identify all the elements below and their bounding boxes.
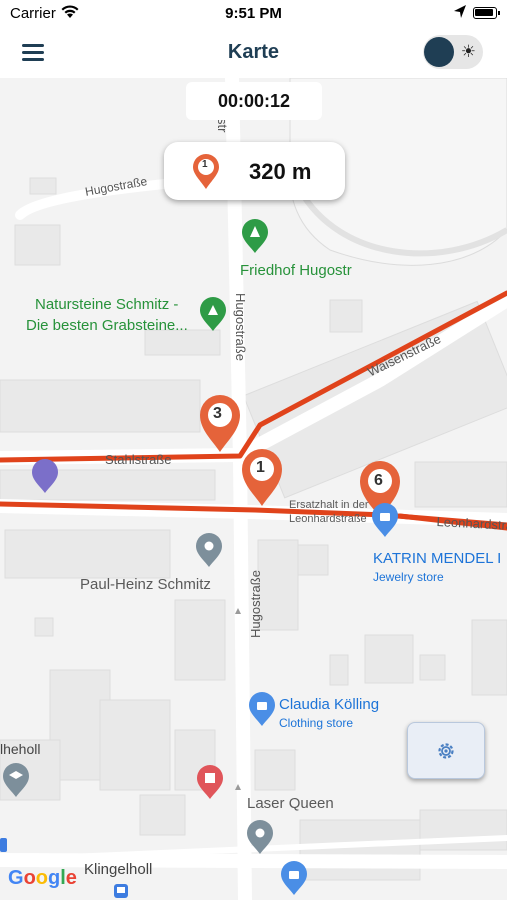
- toggle-knob: [424, 37, 454, 67]
- poi-label: Laser Queen: [247, 795, 334, 812]
- settings-button[interactable]: [407, 722, 485, 779]
- street-label: Stahlstraße: [105, 452, 172, 467]
- street-label: str: [215, 118, 230, 133]
- street-label: Hugostraße: [248, 570, 263, 638]
- marker-number: 6: [374, 472, 383, 489]
- poi-label: Claudia Kölling: [279, 696, 380, 713]
- battery-icon: [473, 7, 500, 19]
- poi-label: Natursteine Schmitz -: [35, 296, 179, 313]
- distance-value: 320 m: [249, 159, 312, 184]
- poi-label: Clothing store: [279, 716, 354, 730]
- marker-number: 1: [256, 459, 265, 476]
- dark-mode-toggle[interactable]: ☀: [423, 35, 483, 69]
- navigation-bar: Karte ☀: [0, 28, 507, 78]
- sun-icon: ☀: [460, 42, 476, 61]
- street-label: Klingelholl: [84, 861, 153, 878]
- location-arrow-icon: [454, 5, 466, 18]
- street-label: lheholl: [0, 741, 41, 757]
- gear-icon: [438, 743, 454, 759]
- distance-card: 1 320 m: [164, 142, 345, 200]
- street-label: Hugostraße: [233, 293, 248, 361]
- google-logo: Google: [8, 867, 77, 889]
- poi-label: KATRIN MENDEL I: [373, 550, 502, 567]
- poi-label: Ersatzhalt in der: [289, 499, 369, 511]
- poi-label: Leonhardstraße: [289, 513, 367, 525]
- clock: 9:51 PM: [225, 5, 282, 22]
- elapsed-timer: 00:00:12: [186, 82, 322, 120]
- marker-number: 1: [202, 159, 208, 170]
- marker-number: 3: [213, 405, 222, 422]
- poi-label: Die besten Grabsteine...: [26, 317, 188, 334]
- bus-stop-icon[interactable]: [0, 838, 7, 852]
- bus-stop-icon[interactable]: [114, 884, 128, 898]
- poi-label: Friedhof Hugostr: [240, 262, 352, 279]
- status-bar: Carrier 9:51 PM: [0, 0, 507, 28]
- poi-label: Jewelry store: [373, 570, 444, 584]
- poi-label: Paul-Heinz Schmitz: [80, 576, 211, 593]
